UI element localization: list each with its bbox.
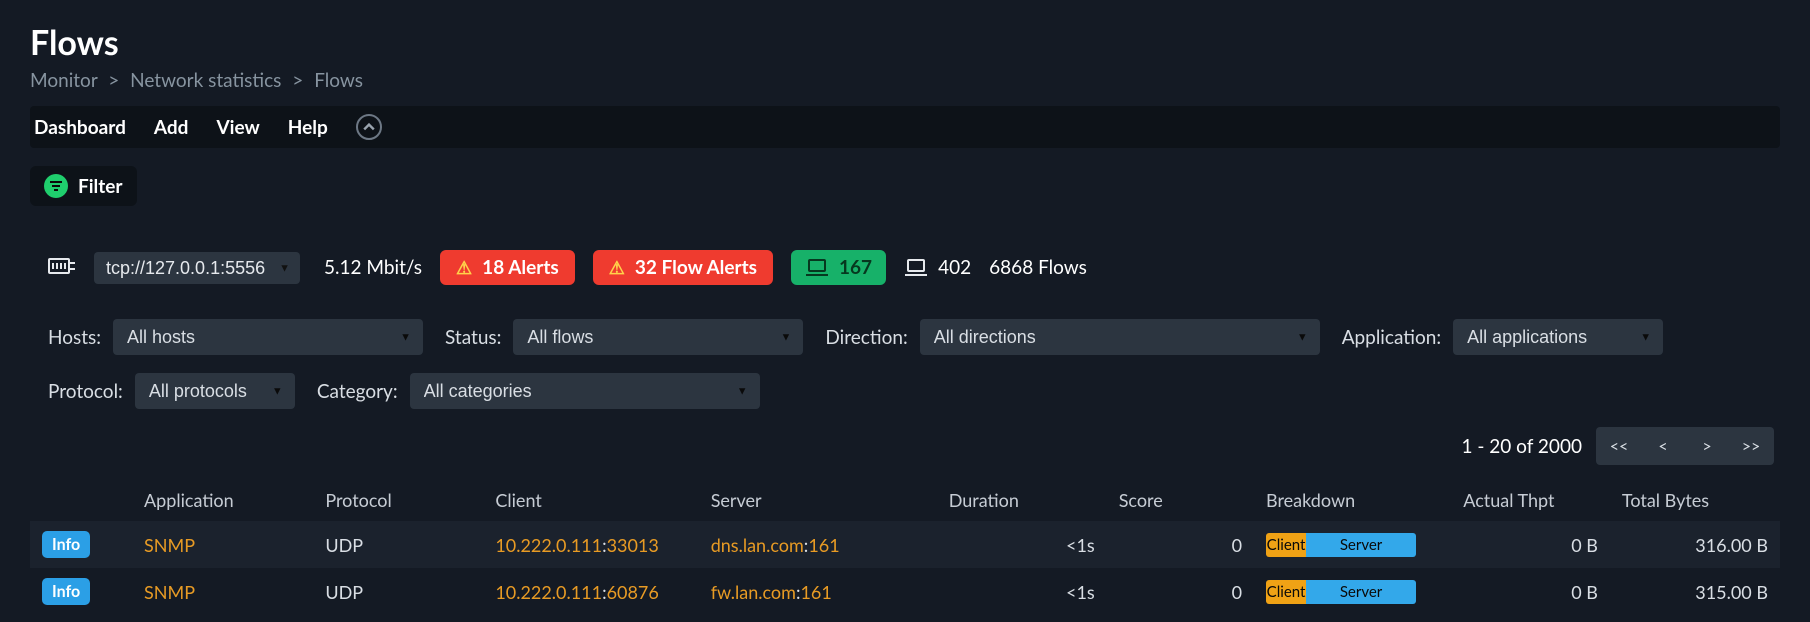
total-hosts-count: 402 xyxy=(938,256,971,279)
filter-button[interactable]: Filter xyxy=(30,166,137,206)
category-select[interactable]: All categories xyxy=(410,373,760,409)
collapse-icon[interactable] xyxy=(356,114,382,140)
breadcrumb-sep: > xyxy=(108,69,119,92)
col-client[interactable]: Client xyxy=(483,479,698,521)
duration-cell: <1s xyxy=(937,568,1107,615)
score-cell: 0 xyxy=(1107,521,1254,568)
application-link[interactable]: SNMP xyxy=(144,581,195,603)
flow-alerts-text: 32 Flow Alerts xyxy=(635,256,757,279)
application-link[interactable]: SNMP xyxy=(144,534,195,556)
flow-count: 6868 Flows xyxy=(989,256,1087,279)
pager: 1 - 20 of 2000 << < > >> xyxy=(30,427,1780,465)
server-link[interactable]: fw.lan.com xyxy=(711,581,796,603)
direction-select[interactable]: All directions xyxy=(920,319,1320,355)
protocol-label: Protocol: xyxy=(48,380,123,403)
pager-prev[interactable]: < xyxy=(1642,429,1684,463)
protocol-select[interactable]: All protocols xyxy=(135,373,295,409)
interface-icon xyxy=(48,256,76,280)
direction-label: Direction: xyxy=(825,326,907,349)
score-cell: 0 xyxy=(1107,568,1254,615)
col-server[interactable]: Server xyxy=(699,479,937,521)
actual-thpt-cell: 0 B xyxy=(1451,568,1610,615)
breadcrumb-sep: > xyxy=(292,69,303,92)
table-row: InfoSNMPUDP10.222.0.111:60876fw.lan.com:… xyxy=(30,568,1780,615)
menu-dashboard[interactable]: Dashboard xyxy=(34,116,126,139)
col-total-bytes[interactable]: Total Bytes xyxy=(1610,479,1780,521)
warning-icon: ⚠ xyxy=(456,256,472,279)
application-label: Application: xyxy=(1342,326,1441,349)
info-button[interactable]: Info xyxy=(42,578,90,605)
server-link[interactable]: dns.lan.com xyxy=(711,534,804,556)
menu-add[interactable]: Add xyxy=(154,116,189,139)
menu-view[interactable]: View xyxy=(216,116,259,139)
menu-help[interactable]: Help xyxy=(288,116,328,139)
interface-select[interactable]: tcp://127.0.0.1:5556 xyxy=(94,252,300,284)
col-application[interactable]: Application xyxy=(132,479,313,521)
pager-first[interactable]: << xyxy=(1598,429,1640,463)
hosts-select[interactable]: All hosts xyxy=(113,319,423,355)
active-hosts-count: 167 xyxy=(839,256,872,279)
breadcrumb-item[interactable]: Monitor xyxy=(30,69,97,92)
filter-icon xyxy=(44,174,68,198)
server-port[interactable]: 161 xyxy=(800,581,831,603)
total-hosts[interactable]: 402 xyxy=(904,256,971,279)
breakdown-client: Client xyxy=(1266,580,1306,604)
breakdown-bar: ClientServer xyxy=(1266,533,1416,557)
client-port[interactable]: 33013 xyxy=(607,534,659,556)
breadcrumb-item[interactable]: Flows xyxy=(314,69,363,92)
active-hosts-badge[interactable]: 167 xyxy=(791,250,886,285)
warning-icon: ⚠ xyxy=(609,256,625,279)
total-bytes-cell: 315.00 B xyxy=(1610,568,1780,615)
client-port[interactable]: 60876 xyxy=(607,581,659,603)
hosts-label: Hosts: xyxy=(48,326,101,349)
duration-cell: <1s xyxy=(937,521,1107,568)
flow-alerts-badge[interactable]: ⚠ 32 Flow Alerts xyxy=(593,250,773,285)
application-select[interactable]: All applications xyxy=(1453,319,1663,355)
alerts-text: 18 Alerts xyxy=(482,256,559,279)
protocol-cell: UDP xyxy=(313,521,483,568)
alerts-badge[interactable]: ⚠ 18 Alerts xyxy=(440,250,575,285)
breakdown-client: Client xyxy=(1266,533,1306,557)
server-port[interactable]: 161 xyxy=(808,534,839,556)
breadcrumb-item[interactable]: Network statistics xyxy=(130,69,281,92)
breakdown-bar: ClientServer xyxy=(1266,580,1416,604)
col-score[interactable]: Score xyxy=(1107,479,1254,521)
laptop-icon xyxy=(904,259,928,277)
col-protocol[interactable]: Protocol xyxy=(313,479,483,521)
info-button[interactable]: Info xyxy=(42,531,90,558)
table-row: InfoSNMPUDP10.222.0.111:33013dns.lan.com… xyxy=(30,521,1780,568)
filters-row: Hosts: All hosts Status: All flows Direc… xyxy=(48,319,1780,409)
category-label: Category: xyxy=(317,380,398,403)
protocol-cell: UDP xyxy=(313,568,483,615)
pager-last[interactable]: >> xyxy=(1730,429,1772,463)
breakdown-server: Server xyxy=(1306,533,1416,557)
status-select[interactable]: All flows xyxy=(513,319,803,355)
col-info xyxy=(30,479,132,521)
flows-table: Application Protocol Client Server Durat… xyxy=(30,479,1780,615)
page-title: Flows xyxy=(30,0,1780,63)
col-breakdown[interactable]: Breakdown xyxy=(1254,479,1451,521)
pager-range: 1 - 20 of 2000 xyxy=(1461,435,1582,458)
status-label: Status: xyxy=(445,326,501,349)
client-link[interactable]: 10.222.0.111 xyxy=(495,534,602,556)
breadcrumb: Monitor > Network statistics > Flows xyxy=(30,69,1780,92)
breakdown-server: Server xyxy=(1306,580,1416,604)
total-bytes-cell: 316.00 B xyxy=(1610,521,1780,568)
throughput-rate: 5.12 Mbit/s xyxy=(324,256,422,279)
laptop-icon xyxy=(805,259,829,277)
filter-label: Filter xyxy=(78,175,123,198)
col-actual-thpt[interactable]: Actual Thpt xyxy=(1451,479,1610,521)
actual-thpt-cell: 0 B xyxy=(1451,521,1610,568)
pager-next[interactable]: > xyxy=(1686,429,1728,463)
menu-bar: Dashboard Add View Help xyxy=(30,106,1780,148)
status-bar: tcp://127.0.0.1:5556 5.12 Mbit/s ⚠ 18 Al… xyxy=(48,250,1780,285)
client-link[interactable]: 10.222.0.111 xyxy=(495,581,602,603)
col-duration[interactable]: Duration xyxy=(937,479,1107,521)
